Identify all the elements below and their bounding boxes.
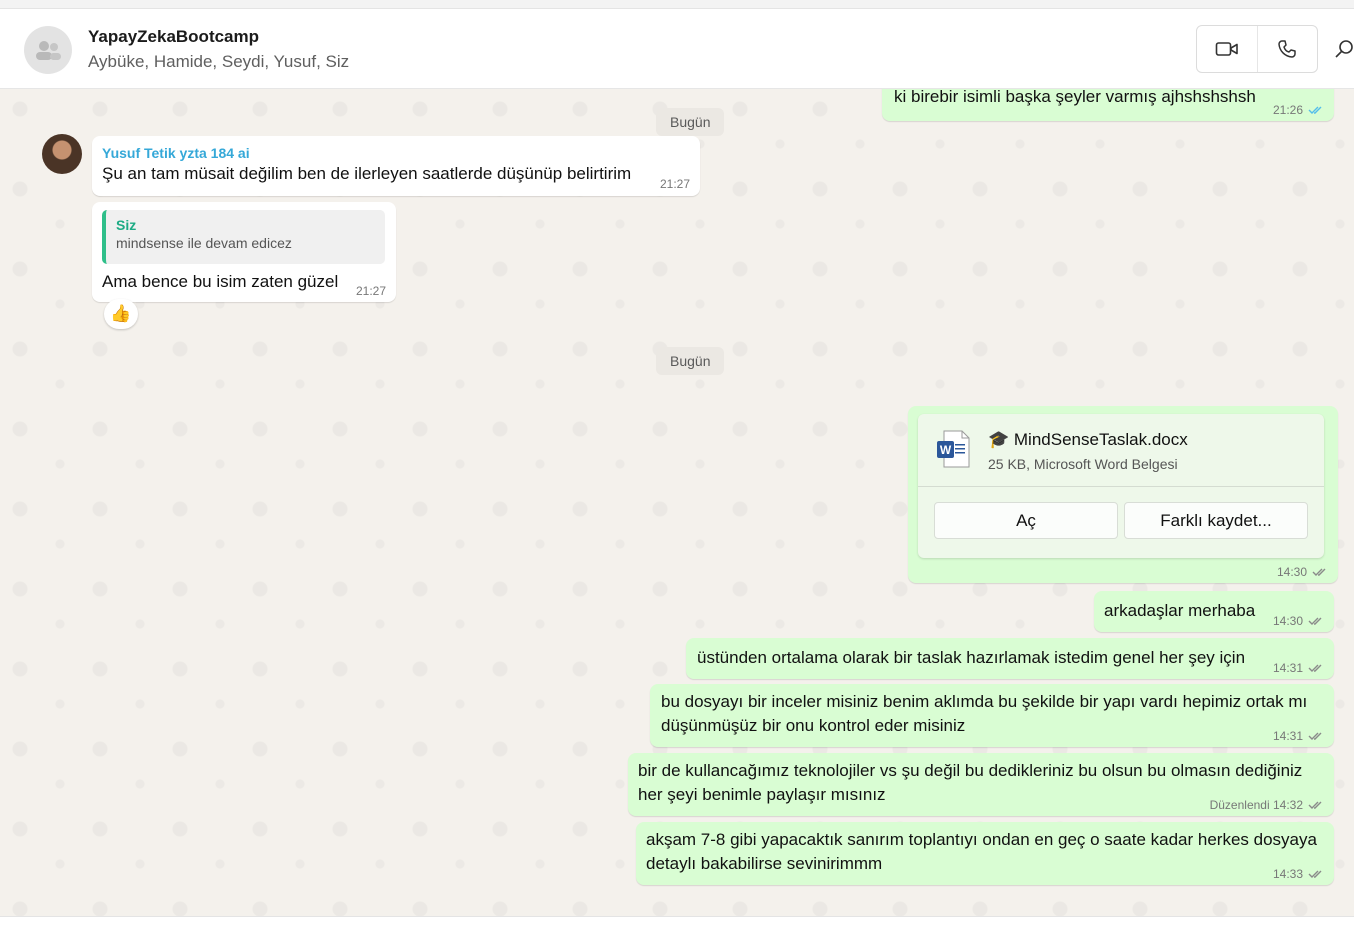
message-text-line: bu dosyayı bir inceler misiniz benim akl… <box>661 692 1308 711</box>
double-tick-icon <box>1308 869 1324 879</box>
search-icon[interactable] <box>1334 39 1354 64</box>
group-name[interactable]: YapayZekaBootcamp <box>88 27 259 47</box>
message-incoming[interactable]: Yusuf Tetik yzta 184 ai Şu an tam müsait… <box>92 136 700 196</box>
double-tick-icon <box>1308 731 1324 741</box>
video-call-button[interactable] <box>1197 26 1257 72</box>
file-card[interactable]: W 🎓 MindSenseTaslak.docx 25 KB, Microsof… <box>918 414 1324 558</box>
composer-edge <box>0 916 1354 930</box>
quoted-text: mindsense ile devam edicez <box>116 235 292 251</box>
message-outgoing-edited[interactable]: bir de kullancağımız teknolojiler vs şu … <box>628 753 1334 816</box>
message-text: arkadaşlar merhaba <box>1104 601 1256 620</box>
message-time: Düzenlendi 14:32 <box>1209 798 1303 812</box>
avatar[interactable] <box>42 134 82 174</box>
message-text: ki birebir isimli başka şeyler varmış aj… <box>894 89 1256 106</box>
save-as-button[interactable]: Farklı kaydet... <box>1124 502 1308 539</box>
message-outgoing[interactable]: arkadaşlar merhaba 14:30 <box>1094 591 1334 632</box>
word-file-icon: W <box>936 430 970 475</box>
message-text-line: düşünmüşüz bir onu kontrol eder misiniz <box>661 716 966 735</box>
message-text-line: her şeyi benimle paylaşır mısınız <box>638 785 886 804</box>
quoted-message[interactable]: Siz mindsense ile devam edicez <box>102 210 385 264</box>
message-time: 14:33 <box>1272 867 1303 881</box>
double-tick-icon <box>1312 567 1328 577</box>
message-text-line: detaylı bakabilirse sevinirimmm <box>646 854 883 873</box>
window-top-strip <box>0 0 1354 9</box>
message-incoming-reply[interactable]: Siz mindsense ile devam edicez Ama bence… <box>92 202 396 302</box>
message-outgoing-file[interactable]: W 🎓 MindSenseTaslak.docx 25 KB, Microsof… <box>908 406 1338 583</box>
message-list[interactable]: ki birebir isimli başka şeyler varmış aj… <box>0 89 1354 916</box>
double-tick-icon <box>1308 105 1324 115</box>
message-time: 21:27 <box>355 284 386 298</box>
video-call-icon <box>1215 42 1238 56</box>
message-outgoing[interactable]: bu dosyayı bir inceler misiniz benim akl… <box>650 684 1334 747</box>
date-divider: Bugün <box>656 108 725 136</box>
message-text: Ama bence bu isim zaten güzel <box>102 272 339 291</box>
file-info: 25 KB, Microsoft Word Belgesi <box>988 456 1178 472</box>
file-card-divider <box>918 486 1324 487</box>
sender-name[interactable]: Yusuf Tetik yzta 184 ai <box>102 144 250 162</box>
voice-call-button[interactable] <box>1256 26 1318 72</box>
group-members[interactable]: Aybüke, Hamide, Seydi, Yusuf, Siz <box>88 52 349 72</box>
message-time: 14:31 <box>1272 661 1303 675</box>
phone-icon <box>1278 40 1296 58</box>
group-avatar-icon[interactable] <box>24 26 72 74</box>
message-text: üstünden ortalama olarak bir taslak hazı… <box>697 648 1246 667</box>
chat-header: YapayZekaBootcamp Aybüke, Hamide, Seydi,… <box>0 9 1354 89</box>
call-button-group <box>1196 25 1318 73</box>
double-tick-icon <box>1308 616 1324 626</box>
double-tick-icon <box>1308 800 1324 810</box>
open-file-button[interactable]: Aç <box>934 502 1118 539</box>
quoted-sender: Siz <box>116 217 137 233</box>
message-outgoing[interactable]: ki birebir isimli başka şeyler varmış aj… <box>882 89 1334 121</box>
message-outgoing[interactable]: üstünden ortalama olarak bir taslak hazı… <box>686 638 1334 679</box>
message-time: 21:27 <box>659 177 690 191</box>
svg-text:W: W <box>940 443 952 457</box>
file-name[interactable]: 🎓 MindSenseTaslak.docx <box>988 428 1188 452</box>
message-time: 14:31 <box>1272 729 1303 743</box>
message-text: Şu an tam müsait değilim ben de ilerleye… <box>102 164 632 183</box>
double-tick-icon <box>1308 663 1324 673</box>
message-text-line: bir de kullancağımız teknolojiler vs şu … <box>638 761 1303 780</box>
message-time: 21:26 <box>1272 103 1303 117</box>
message-text-line: akşam 7-8 gibi yapacaktık sanırım toplan… <box>646 830 1317 849</box>
message-time: 14:30 <box>1276 565 1307 579</box>
message-time: 14:30 <box>1272 614 1303 628</box>
message-outgoing[interactable]: akşam 7-8 gibi yapacaktık sanırım toplan… <box>636 822 1334 885</box>
reaction-thumbs-up[interactable]: 👍 <box>104 299 138 329</box>
date-divider: Bugün <box>656 347 725 375</box>
